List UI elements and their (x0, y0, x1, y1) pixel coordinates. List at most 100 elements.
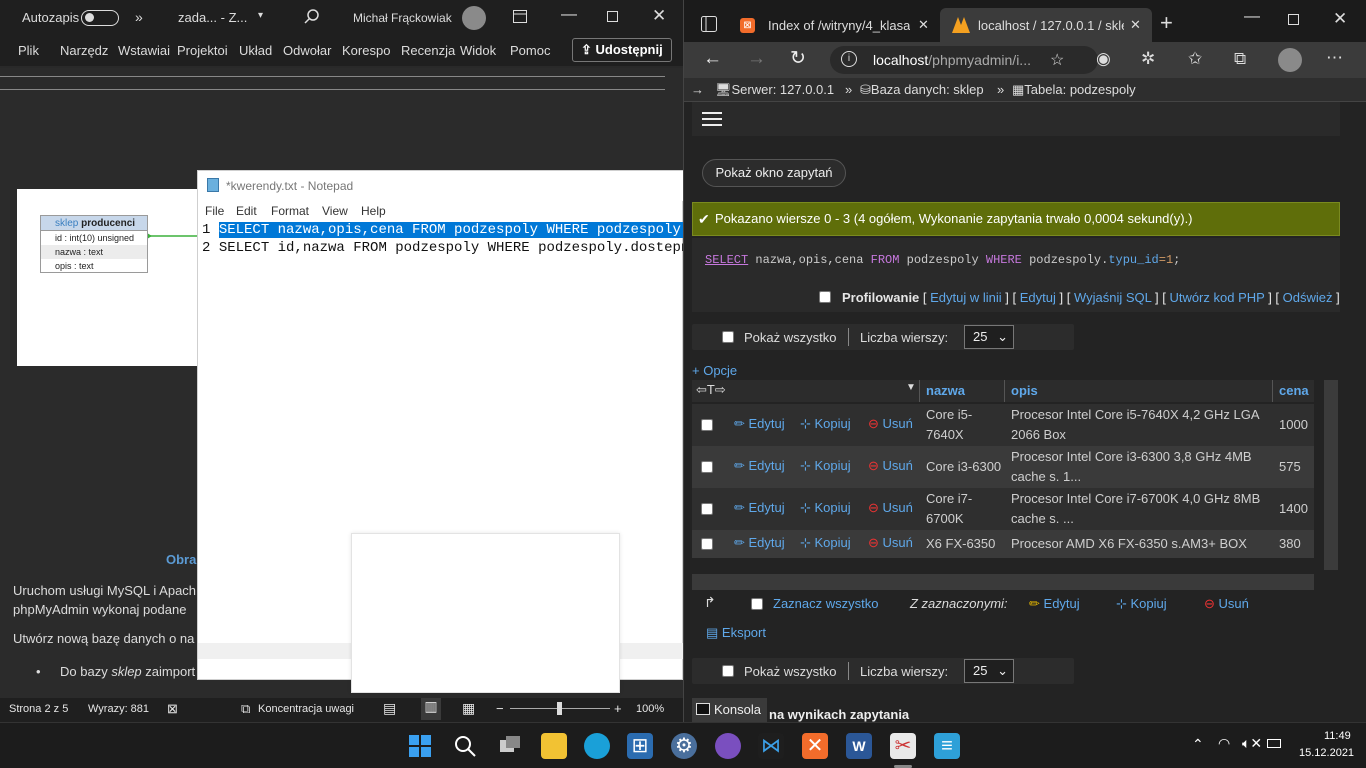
document-name[interactable]: zada... - Z... (178, 10, 247, 25)
edit-row-button[interactable]: ✏ Edytuj (734, 500, 785, 516)
back-icon[interactable]: ← (703, 48, 722, 70)
tracking-icon[interactable]: ◉ (1096, 49, 1111, 69)
wifi-icon[interactable]: ◠ (1218, 735, 1230, 752)
cell-opis[interactable]: Procesor Intel Core i5-7640X 4,2 GHz LGA… (1011, 405, 1269, 445)
delete-row-button[interactable]: ⊖ Usuń (868, 458, 913, 474)
close-tab-icon[interactable]: ✕ (1130, 17, 1141, 33)
tab-index[interactable]: ⊠ Index of /witryny/4_klasa/2 ✕ (730, 8, 936, 42)
notepad-menu-format[interactable]: Format (271, 204, 309, 218)
start-icon[interactable] (407, 733, 433, 759)
bulk-copy-button[interactable]: ⊹ Kopiuj (1116, 596, 1167, 612)
show-all-checkbox[interactable] (722, 331, 734, 343)
focus-icon[interactable]: ⧉ (241, 701, 250, 717)
cell-cena[interactable]: 1400 (1279, 499, 1308, 519)
column-resize-icon[interactable]: ⇦T⇨ (696, 382, 726, 398)
read-mode-icon[interactable]: ▤ (383, 700, 396, 717)
rows-count-select[interactable]: 25 ⌄ (964, 659, 1014, 683)
options-link[interactable]: + Opcje (692, 363, 737, 378)
explain-sql-link[interactable]: Wyjaśnij SQL (1074, 290, 1151, 305)
cell-nazwa[interactable]: Core i5-7640X (926, 405, 1000, 445)
ribbon-tab-layout[interactable]: Układ (239, 43, 272, 58)
collapse-nav-icon[interactable]: → (691, 82, 704, 97)
minimize-icon[interactable]: — (561, 6, 577, 24)
refresh-link[interactable]: Odśwież (1283, 290, 1333, 305)
forward-icon[interactable]: → (747, 48, 766, 70)
print-layout-icon[interactable]: ▥ (421, 698, 441, 720)
line-text[interactable]: SELECT id,nazwa FROM podzespoly WHERE po… (219, 240, 715, 256)
horizontal-scrollbar[interactable] (692, 574, 1314, 590)
snipping-tool-icon[interactable]: ✂ (890, 733, 916, 759)
file-explorer-icon[interactable] (541, 733, 567, 759)
avatar[interactable] (462, 6, 486, 30)
vertical-scrollbar[interactable] (1324, 380, 1338, 570)
cell-nazwa[interactable]: Core i3-6300 (926, 457, 1004, 477)
settings-icon[interactable]: ⚙ (671, 733, 697, 759)
cell-cena[interactable]: 1000 (1279, 415, 1308, 435)
notepad-menu-file[interactable]: File (205, 204, 224, 218)
ribbon-tab-mailings[interactable]: Korespo (342, 43, 390, 58)
row-checkbox[interactable] (701, 461, 713, 473)
vscode-icon[interactable]: ⋈ (758, 733, 784, 759)
breadcrumb-database[interactable]: ⛁Baza danych: sklep (860, 82, 984, 98)
tab-phpmyadmin[interactable]: localhost / 127.0.0.1 / sklep ✕ (940, 8, 1152, 42)
zoom-in-icon[interactable]: + (614, 701, 622, 716)
bulk-edit-button[interactable]: ✏ Edytuj (1029, 596, 1080, 612)
edit-inline-link[interactable]: Edytuj w linii (930, 290, 1002, 305)
accessibility-icon[interactable]: ⊠ (167, 701, 178, 717)
column-header-nazwa[interactable]: nazwa (926, 383, 965, 398)
share-button[interactable]: ⇪ Udostępnij (572, 38, 672, 62)
ribbon-tab-view[interactable]: Widok (460, 43, 496, 58)
rows-count-select[interactable]: 25 ⌄ (964, 325, 1014, 349)
delete-row-button[interactable]: ⊖ Usuń (868, 535, 913, 551)
notepad-menu-edit[interactable]: Edit (236, 204, 257, 218)
delete-row-button[interactable]: ⊖ Usuń (868, 500, 913, 516)
copy-row-button[interactable]: ⊹ Kopiuj (800, 500, 851, 516)
maximize-icon[interactable] (607, 11, 618, 22)
url-bar[interactable]: i localhost/phpmyadmin/i... ☆ (830, 46, 1098, 74)
search-icon[interactable] (304, 9, 320, 28)
cell-opis[interactable]: Procesor AMD X6 FX-6350 s.AM3+ BOX (1011, 534, 1269, 554)
zoom-slider-thumb[interactable] (557, 702, 562, 715)
clock-time[interactable]: 11:49 (1324, 730, 1351, 742)
profile-avatar[interactable] (1278, 48, 1302, 72)
ribbon-tab-references[interactable]: Odwołar (283, 43, 331, 58)
breadcrumb-server[interactable]: 🖥Serwer: 127.0.0.1 (715, 82, 834, 98)
clock-date[interactable]: 15.12.2021 (1299, 747, 1354, 759)
cell-cena[interactable]: 380 (1279, 534, 1301, 554)
word-count[interactable]: Wyrazy: 881 (88, 703, 149, 715)
extensions-icon[interactable]: ✲ (1141, 49, 1155, 69)
edge-icon[interactable] (584, 733, 610, 759)
autosave-toggle[interactable] (81, 10, 119, 26)
notepad-menu-view[interactable]: View (322, 204, 348, 218)
row-checkbox[interactable] (701, 419, 713, 431)
zoom-level[interactable]: 100% (636, 703, 664, 715)
column-header-cena[interactable]: cena (1279, 383, 1309, 398)
close-tab-icon[interactable]: ✕ (918, 17, 929, 33)
delete-row-button[interactable]: ⊖ Usuń (868, 416, 913, 432)
sql-keyword[interactable]: SELECT (705, 253, 748, 267)
ribbon-tab-file[interactable]: Plik (18, 43, 39, 58)
export-button[interactable]: ▤ Eksport (706, 625, 766, 641)
notepad-icon[interactable]: ≡ (934, 733, 960, 759)
focus-mode-button[interactable]: Koncentracja uwagi (258, 703, 354, 715)
console-button[interactable]: Konsola (692, 698, 767, 722)
refresh-icon[interactable]: ↻ (790, 47, 806, 70)
close-icon[interactable]: ✕ (652, 6, 666, 26)
show-all-checkbox[interactable] (722, 665, 734, 677)
page-counter[interactable]: Strona 2 z 5 (9, 703, 68, 715)
hamburger-menu-icon[interactable] (702, 111, 722, 130)
search-icon[interactable] (452, 733, 478, 759)
bulk-delete-button[interactable]: ⊖ Usuń (1204, 596, 1249, 612)
favorite-icon[interactable]: ☆ (1050, 50, 1064, 70)
collections-icon[interactable]: ⧉ (1234, 49, 1246, 69)
ribbon-tab-help[interactable]: Pomoc (510, 43, 550, 58)
edit-row-button[interactable]: ✏ Edytuj (734, 535, 785, 551)
cell-cena[interactable]: 575 (1279, 457, 1301, 477)
volume-muted-icon[interactable]: 🔈︎✕ (1242, 735, 1262, 752)
edit-row-button[interactable]: ✏ Edytuj (734, 458, 785, 474)
row-checkbox[interactable] (701, 538, 713, 550)
tab-actions-icon[interactable] (701, 16, 717, 35)
edit-row-button[interactable]: ✏ Edytuj (734, 416, 785, 432)
cell-nazwa[interactable]: Core i7-6700K (926, 489, 1000, 529)
ribbon-tab-review[interactable]: Recenzja (401, 43, 455, 58)
